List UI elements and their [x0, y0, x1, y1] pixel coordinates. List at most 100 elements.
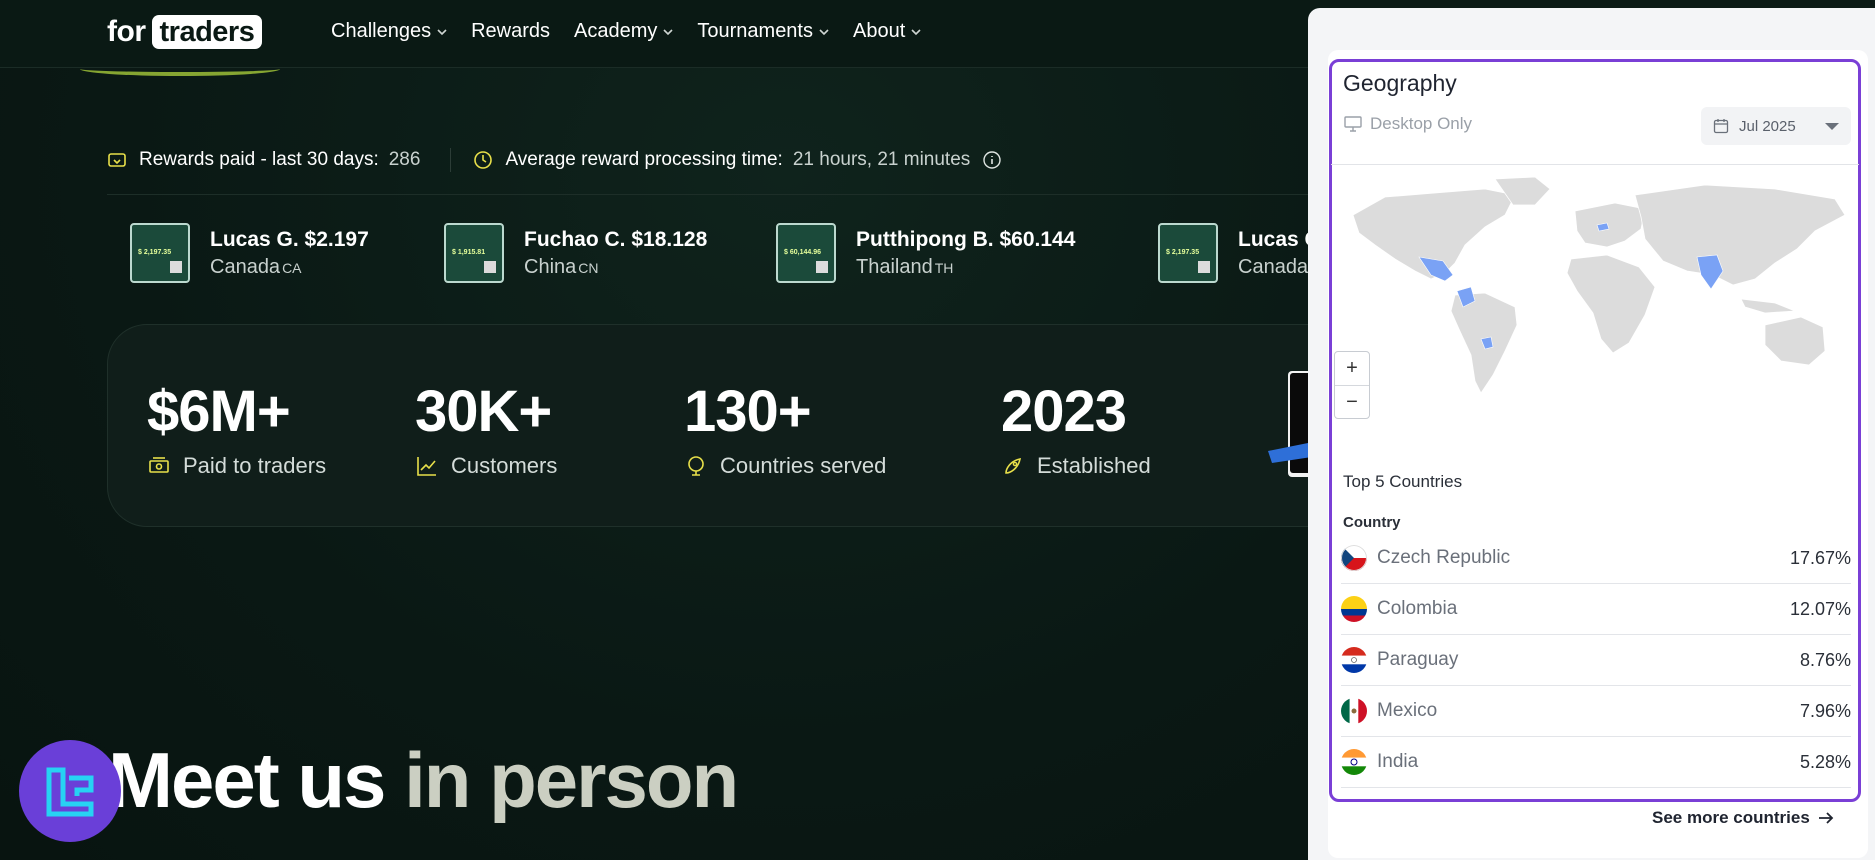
- mexico-flag-icon: [1341, 698, 1367, 724]
- payout-name: Lucas G. $2.197: [210, 227, 369, 251]
- divider: [450, 148, 452, 172]
- map-zoom-controls: + −: [1334, 351, 1370, 419]
- globe-icon: [688, 456, 704, 476]
- chevron-down-icon: [437, 28, 447, 35]
- chevron-down-icon: [911, 28, 921, 35]
- certificate-amount: $ 2,197.35: [138, 249, 172, 256]
- payout-card[interactable]: $ 1,915.81 Fuchao C. $18.128 China CN: [444, 223, 776, 283]
- logo-for: for: [107, 15, 146, 48]
- certificate-thumbnail: $ 60,144.96: [776, 223, 836, 283]
- top-navbar: for traders Challenges Rewards Academy T…: [0, 0, 1310, 68]
- map-australia: [1764, 316, 1826, 366]
- payout-name: Putthipong B. $60.144: [856, 227, 1076, 251]
- decorative-glow: [80, 62, 280, 76]
- stat-countries: 130+ Countries served: [684, 378, 886, 479]
- certificate-amount: $ 60,144.96: [784, 249, 821, 256]
- top-countries-title: Top 5 Countries: [1343, 472, 1463, 491]
- list-item[interactable]: India 5.28%: [1341, 737, 1851, 788]
- certificate-thumbnail: $ 2,197.35: [1158, 223, 1218, 283]
- list-item[interactable]: Paraguay 8.76%: [1341, 635, 1851, 686]
- nav-about[interactable]: About: [853, 20, 921, 43]
- payout-card[interactable]: $ 2,197.35 Lucas G Canada: [1158, 223, 1310, 283]
- device-label: Desktop Only: [1370, 114, 1473, 133]
- payout-country-code: CA: [282, 259, 302, 276]
- qr-code: [484, 261, 496, 273]
- map-highlight-india: [1696, 254, 1724, 290]
- payout-name: Lucas G: [1238, 227, 1310, 251]
- certificate-amount: $ 1,915.81: [452, 249, 486, 256]
- stat-value: $6M+: [147, 379, 291, 444]
- desktop-icon: [1344, 116, 1362, 132]
- world-map[interactable]: [1345, 175, 1853, 435]
- list-item[interactable]: Czech Republic 17.67%: [1341, 533, 1851, 584]
- chevron-down-icon: [1825, 122, 1839, 130]
- paraguay-flag-icon: [1341, 647, 1367, 673]
- tradingfinder-badge[interactable]: [19, 740, 121, 842]
- country-name: Paraguay: [1377, 649, 1459, 670]
- calendar-icon: [1713, 119, 1729, 134]
- info-icon[interactable]: [982, 150, 1002, 170]
- chevron-down-icon: [819, 28, 829, 35]
- list-item[interactable]: Mexico 7.96%: [1341, 686, 1851, 737]
- map-europe: [1574, 202, 1646, 248]
- payout-card[interactable]: $ 2,197.35 Lucas G. $2.197 Canada CA: [130, 223, 444, 283]
- stat-value: 2023: [1001, 379, 1127, 444]
- meet-part2: in person: [384, 736, 739, 824]
- rewards-value: 286: [388, 149, 421, 170]
- zoom-out-button[interactable]: −: [1335, 385, 1369, 418]
- main-nav: Challenges Rewards Academy Tournaments A…: [331, 20, 921, 43]
- country-name: Colombia: [1377, 598, 1458, 619]
- avg-time-label: Average reward processing time:: [505, 149, 783, 170]
- list-item[interactable]: Colombia 12.07%: [1341, 584, 1851, 635]
- certificate-thumbnail: $ 1,915.81: [444, 223, 504, 283]
- see-more-countries-link[interactable]: See more countries: [1652, 808, 1834, 828]
- site-background: for traders Challenges Rewards Academy T…: [0, 0, 1310, 860]
- see-more-label: See more countries: [1652, 808, 1810, 827]
- rewards-stats-line: Rewards paid - last 30 days: 286 Average…: [107, 148, 1014, 172]
- avg-time-value: 21 hours, 21 minutes: [792, 149, 971, 170]
- nav-rewards[interactable]: Rewards: [471, 20, 550, 43]
- qr-code: [170, 261, 182, 273]
- stat-label: Paid to traders: [183, 453, 327, 478]
- nav-label: Academy: [574, 20, 658, 42]
- meet-part1: Meet us: [108, 736, 386, 824]
- stat-value: 130+: [684, 379, 812, 444]
- trend-icon: [417, 457, 436, 476]
- country-column-header: Country: [1343, 514, 1401, 531]
- payout-country: China: [524, 255, 577, 278]
- logo-traders: traders: [151, 15, 263, 49]
- nav-tournaments[interactable]: Tournaments: [697, 20, 829, 43]
- nav-label: Rewards: [471, 20, 550, 42]
- stat-established: 2023 Established: [1001, 378, 1151, 479]
- india-flag-icon: [1341, 749, 1367, 775]
- payout-card[interactable]: $ 60,144.96 Putthipong B. $60.144 Thaila…: [776, 223, 1158, 283]
- qr-code: [816, 261, 828, 273]
- qr-code: [1198, 261, 1210, 273]
- nav-label: About: [853, 20, 906, 42]
- colombia-flag-icon: [1341, 596, 1367, 622]
- nav-challenges[interactable]: Challenges: [331, 20, 447, 43]
- nav-academy[interactable]: Academy: [574, 20, 673, 43]
- date-selector[interactable]: Jul 2025: [1701, 107, 1851, 145]
- czech-flag-icon: [1341, 545, 1367, 571]
- payout-name: Fuchao C. $18.128: [524, 227, 708, 251]
- geography-title: Geography: [1343, 70, 1457, 96]
- map-africa: [1566, 254, 1656, 354]
- date-value: Jul 2025: [1739, 117, 1796, 135]
- brand-logo[interactable]: for traders: [107, 15, 263, 49]
- brand-mark-icon: [46, 767, 94, 817]
- meet-heading: Meet us in person: [108, 735, 739, 826]
- chevron-down-icon: [663, 28, 673, 35]
- stat-paid: $6M+ Paid to traders: [147, 378, 326, 479]
- stat-label: Established: [1037, 453, 1151, 478]
- zoom-in-button[interactable]: +: [1335, 352, 1369, 385]
- country-percentage: 5.28%: [1799, 751, 1851, 772]
- device-filter: Desktop Only: [1344, 114, 1472, 134]
- country-percentage: 7.96%: [1799, 700, 1851, 721]
- wallet-icon: [108, 153, 126, 167]
- certificate-thumbnail: $ 2,197.35: [130, 223, 190, 283]
- stat-label: Customers: [451, 453, 558, 478]
- nav-label: Challenges: [331, 20, 432, 42]
- country-percentage: 12.07%: [1789, 598, 1851, 619]
- rocket-icon: [1005, 457, 1022, 474]
